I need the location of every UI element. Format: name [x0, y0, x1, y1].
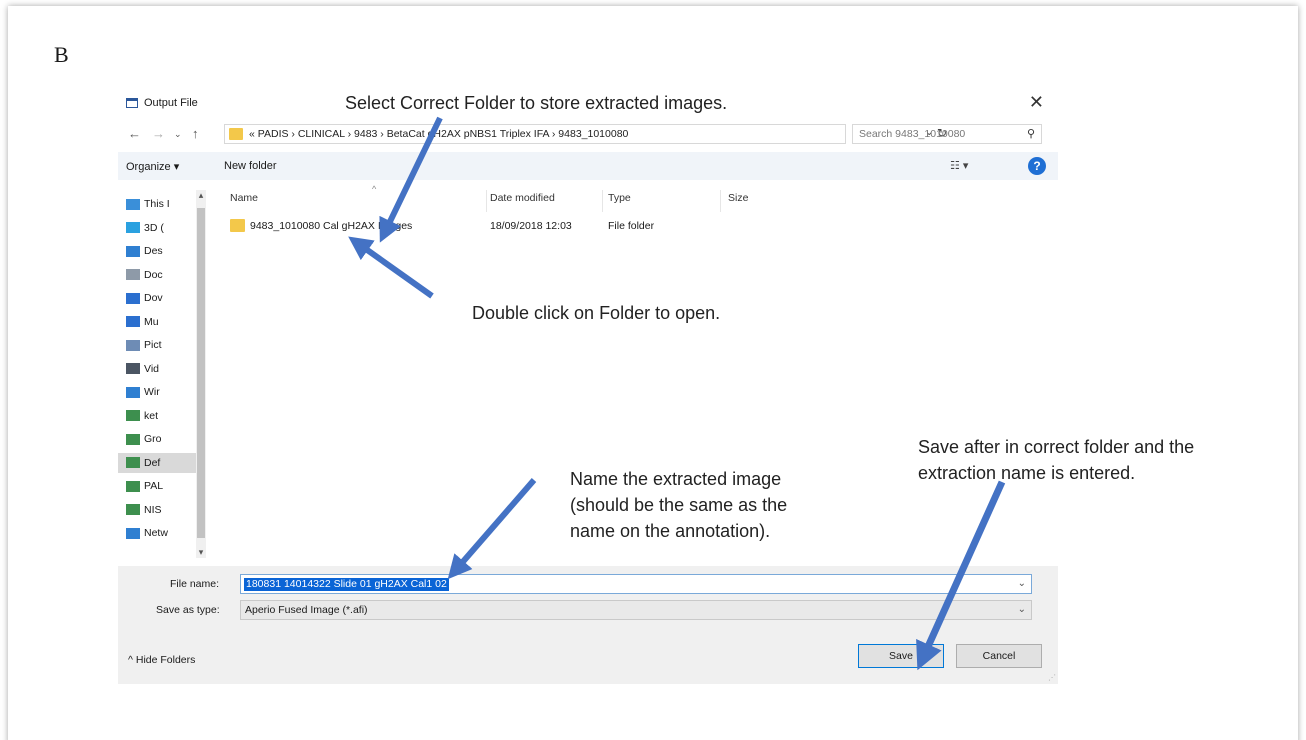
arrow-to-save-button [916, 480, 1006, 671]
arrow-to-address-bar [379, 116, 443, 243]
figure-frame: B Output File ✕ ← → ⌄ ↑ « PADIS › CLINIC… [8, 6, 1298, 740]
arrow-to-file-name [447, 478, 537, 580]
annotation-arrows [348, 116, 1006, 671]
arrow-to-folder-row [348, 236, 434, 299]
